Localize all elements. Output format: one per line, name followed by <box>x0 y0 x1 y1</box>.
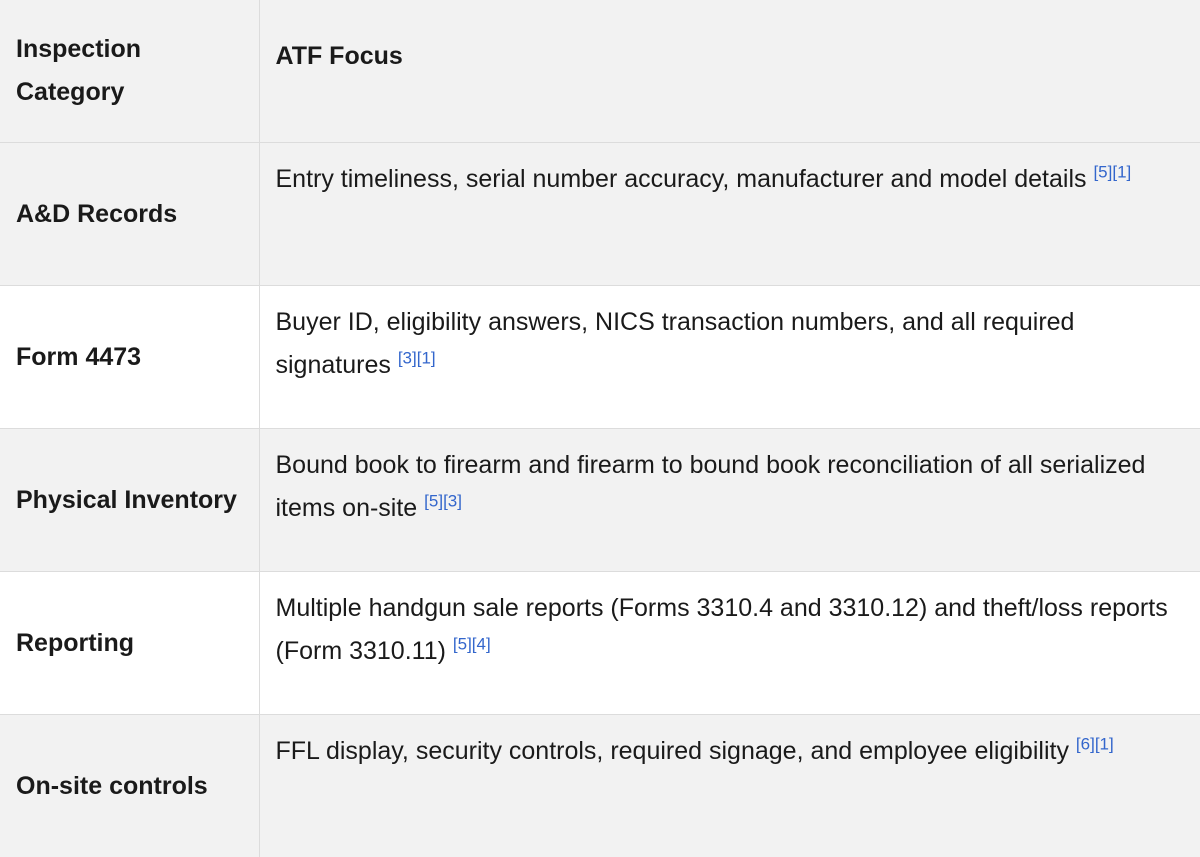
focus-text: FFL display, security controls, required… <box>276 737 1069 765</box>
focus-text: Entry timeliness, serial number accuracy… <box>276 165 1087 193</box>
category-label: Physical Inventory <box>16 479 237 522</box>
citation-link[interactable]: [6] <box>1076 735 1095 754</box>
header-focus-label: ATF Focus <box>276 42 403 70</box>
focus-text: Buyer ID, eligibility answers, NICS tran… <box>276 308 1075 379</box>
focus-cell: Bound book to firearm and firearm to bou… <box>259 429 1200 572</box>
table-header-row: Inspection Category ATF Focus <box>0 0 1200 143</box>
table-row: Form 4473 Buyer ID, eligibility answers,… <box>0 286 1200 429</box>
inspection-table: Inspection Category ATF Focus A&D Record… <box>0 0 1200 857</box>
focus-text: Bound book to firearm and firearm to bou… <box>276 451 1146 522</box>
citation-link[interactable]: [5] <box>424 492 443 511</box>
category-cell: Reporting <box>0 572 259 715</box>
focus-text: Multiple handgun sale reports (Forms 331… <box>276 594 1168 665</box>
focus-cell: FFL display, security controls, required… <box>259 715 1200 857</box>
category-cell: A&D Records <box>0 143 259 286</box>
category-cell: Form 4473 <box>0 286 259 429</box>
category-label: Reporting <box>16 622 134 665</box>
header-cell-focus: ATF Focus <box>259 0 1200 143</box>
category-cell: Physical Inventory <box>0 429 259 572</box>
category-label: A&D Records <box>16 193 177 236</box>
table-row: Reporting Multiple handgun sale reports … <box>0 572 1200 715</box>
citation-link[interactable]: [3] <box>398 349 417 368</box>
focus-cell: Multiple handgun sale reports (Forms 331… <box>259 572 1200 715</box>
citation-link[interactable]: [1] <box>1112 163 1131 182</box>
citation-link[interactable]: [5] <box>1093 163 1112 182</box>
citation-link[interactable]: [4] <box>472 635 491 654</box>
focus-cell: Entry timeliness, serial number accuracy… <box>259 143 1200 286</box>
category-cell: On-site controls <box>0 715 259 857</box>
citation-link[interactable]: [1] <box>417 349 436 368</box>
citation-link[interactable]: [3] <box>443 492 462 511</box>
focus-cell: Buyer ID, eligibility answers, NICS tran… <box>259 286 1200 429</box>
table-row: Physical Inventory Bound book to firearm… <box>0 429 1200 572</box>
header-category-label: Inspection Category <box>16 28 243 114</box>
category-label: On-site controls <box>16 765 208 808</box>
table-row: A&D Records Entry timeliness, serial num… <box>0 143 1200 286</box>
citation-link[interactable]: [1] <box>1095 735 1114 754</box>
category-label: Form 4473 <box>16 336 141 379</box>
table-row: On-site controls FFL display, security c… <box>0 715 1200 857</box>
citation-link[interactable]: [5] <box>453 635 472 654</box>
header-cell-category: Inspection Category <box>0 0 259 143</box>
